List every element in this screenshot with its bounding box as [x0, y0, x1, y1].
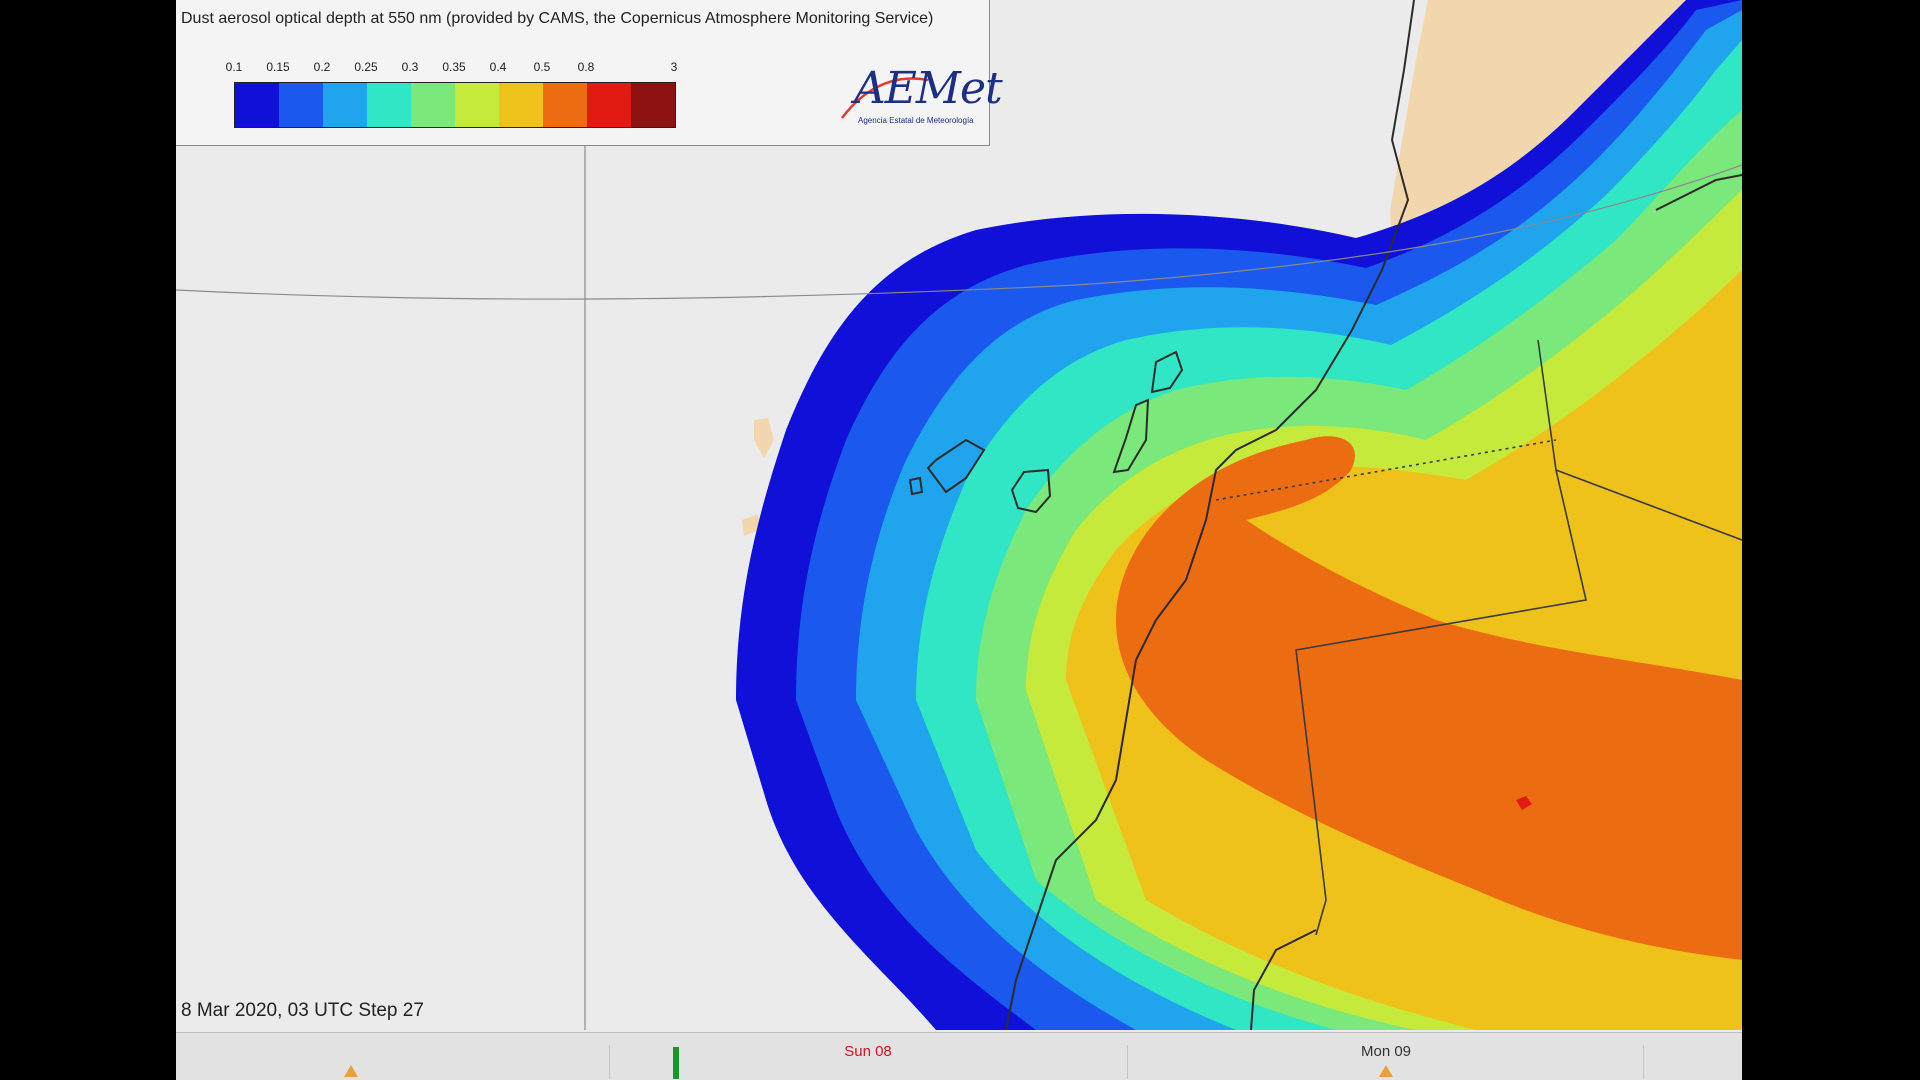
timeline-day-label[interactable]: Sun 08	[844, 1043, 892, 1060]
legend-swatch	[411, 83, 455, 127]
legend-tick: 3	[670, 60, 678, 74]
legend-swatch	[499, 83, 543, 127]
legend-swatch	[367, 83, 411, 127]
legend-swatch	[631, 83, 675, 127]
legend-tick: 0.35	[442, 60, 466, 74]
legend-panel: Dust aerosol optical depth at 550 nm (pr…	[176, 0, 1003, 146]
legend-swatch	[587, 83, 631, 127]
timeline-bar[interactable]: Sun 08 Mon 09	[176, 1032, 1742, 1080]
legend-tick: 0.1	[225, 60, 243, 74]
timeline-divider	[609, 1045, 610, 1079]
legend-swatch	[323, 83, 367, 127]
timeline-divider	[1643, 1045, 1644, 1079]
legend-tick: 0.8	[577, 60, 595, 74]
aemet-logo: AEMet Agencia Estatal de Meteorología	[836, 66, 1003, 130]
map-viewer[interactable]: Dust aerosol optical depth at 550 nm (pr…	[176, 0, 1742, 1080]
legend-swatch	[235, 83, 279, 127]
logo-wordmark: AEMet	[854, 63, 1003, 114]
legend-swatch	[455, 83, 499, 127]
legend-tick: 0.15	[266, 60, 290, 74]
timeline-current-cursor[interactable]	[673, 1047, 679, 1079]
legend-tick: 0.5	[533, 60, 551, 74]
legend-tick: 0.25	[354, 60, 378, 74]
forecast-timestamp: 8 Mar 2020, 03 UTC Step 27	[181, 1000, 424, 1021]
legend-tick: 0.2	[313, 60, 331, 74]
timeline-marker-icon[interactable]	[344, 1065, 358, 1077]
legend-swatch	[543, 83, 587, 127]
logo-subtitle: Agencia Estatal de Meteorología	[858, 116, 974, 125]
timeline-marker-icon[interactable]	[1379, 1065, 1393, 1077]
legend-colorbar	[234, 82, 676, 128]
legend-title: Dust aerosol optical depth at 550 nm (pr…	[181, 10, 934, 27]
legend-swatch	[279, 83, 323, 127]
legend-tick: 0.4	[489, 60, 507, 74]
timeline-divider	[1127, 1045, 1128, 1079]
dust-aod-map[interactable]	[176, 0, 1742, 1030]
timeline-day-label[interactable]: Mon 09	[1361, 1043, 1411, 1060]
legend-tick: 0.3	[401, 60, 419, 74]
legend-tick-labels: 0.1 0.15 0.2 0.25 0.3 0.35 0.4 0.5 0.8 3	[176, 60, 678, 74]
